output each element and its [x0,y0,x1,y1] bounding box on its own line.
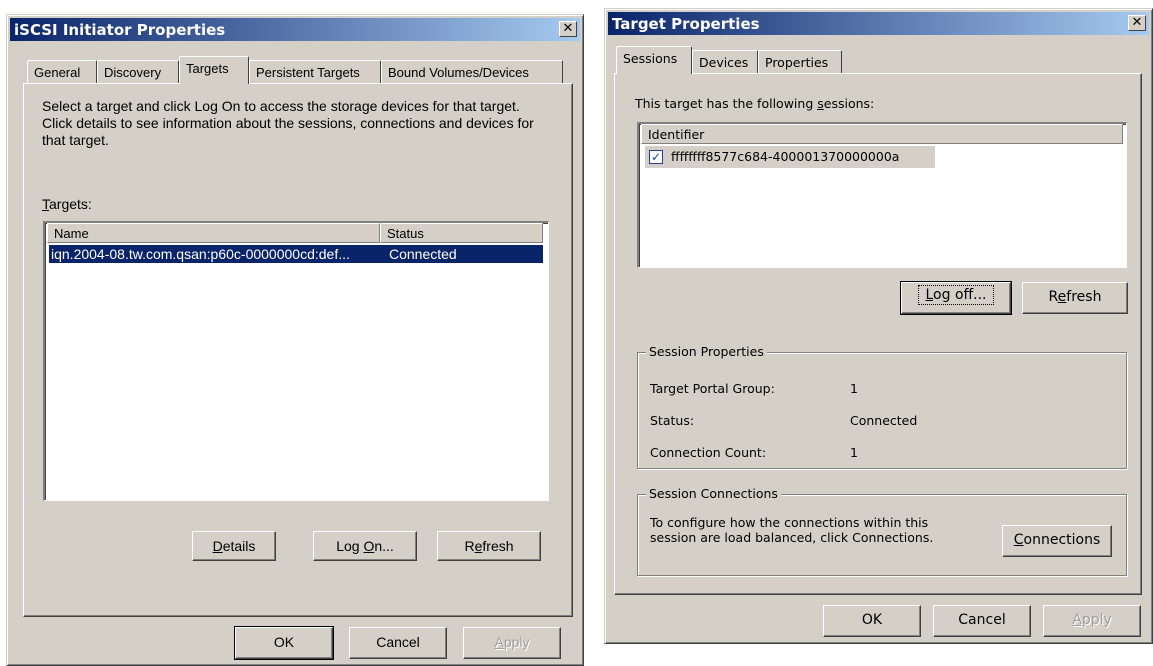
right-apply-rest: pply [1081,612,1112,628]
column-header-name[interactable]: Name [47,223,380,243]
connection-count-value: 1 [850,445,858,460]
tab-sessions[interactable]: Sessions [616,46,692,74]
logoff-mnemonic: L [925,287,934,303]
right-cancel-button[interactable]: Cancel [933,605,1031,637]
refresh-pre: R [464,538,475,554]
details-button[interactable]: Details [192,531,276,561]
tab-persistent-targets[interactable]: Persistent Targets [249,60,381,84]
session-connections-text: To configure how the connections within … [650,515,934,545]
tab-devices[interactable]: Devices [692,50,758,74]
sessions-intro: This target has the following sessions: [635,96,874,111]
tab-bound-volumes[interactable]: Bound Volumes/Devices [381,60,563,84]
left-close-button[interactable]: ✕ [559,21,577,37]
logon-mnemonic: O [363,538,375,554]
logon-pre: Log [336,538,364,554]
left-apply-button[interactable]: Apply [463,627,561,659]
tab-bound-volumes-label: Bound Volumes/Devices [388,65,529,80]
refresh-button[interactable]: Refresh [437,531,541,561]
identifier-header-label: Identifier [648,127,705,142]
session-properties-title: Session Properties [646,344,767,359]
column-header-identifier[interactable]: Identifier [641,124,1123,144]
targets-description: Select a target and click Log On to acce… [42,98,534,148]
tab-discovery-label: Discovery [104,65,162,80]
right-ok-button[interactable]: OK [823,605,921,637]
refresh-rest: fresh [482,538,514,554]
close-icon: ✕ [562,21,574,36]
session-identifier: ffffffff8577c684-400001370000000a [671,149,900,164]
tab-sessions-label: Sessions [623,51,678,66]
left-cancel-label: Cancel [376,634,420,650]
left-title-bar[interactable]: iSCSI Initiator Properties ✕ [10,18,580,41]
left-cancel-button[interactable]: Cancel [349,627,447,659]
session-checkbox[interactable]: ✓ [649,150,663,164]
logoff-rest: og off... [933,287,987,303]
right-close-button[interactable]: ✕ [1128,15,1146,31]
session-connections-title: Session Connections [646,486,781,501]
right-refresh-mnemonic: e [1057,289,1067,305]
right-refresh-button[interactable]: Refresh [1022,282,1128,314]
status-value: Connected [850,413,918,428]
tab-general[interactable]: General [27,60,97,84]
tab-properties[interactable]: Properties [758,50,842,74]
logon-rest: n... [374,538,394,554]
left-ok-label: OK [273,634,295,650]
connections-mnemonic: C [1013,532,1024,548]
right-apply-button[interactable]: Apply [1043,605,1141,637]
tab-persistent-targets-label: Persistent Targets [256,65,360,80]
session-properties-group: Session Properties Target Portal Group: … [637,344,1127,469]
left-ok-button[interactable]: OK [234,626,334,660]
left-dialog-title: iSCSI Initiator Properties [14,21,226,39]
right-refresh-rest: fresh [1066,289,1102,305]
targets-label-mnemonic: T [42,196,49,212]
target-portal-group-label: Target Portal Group: [650,381,775,396]
targets-label: Targets: [42,196,92,212]
connections-button[interactable]: Connections [1002,525,1112,557]
session-connections-group: Session Connections To configure how the… [637,486,1127,576]
sessions-list[interactable]: Identifier ✓ ffffffff8577c684-4000013700… [637,122,1127,268]
list-item[interactable]: ✓ ffffffff8577c684-400001370000000a [645,146,935,168]
column-name-label: Name [54,226,89,241]
tab-devices-label: Devices [699,55,749,70]
right-apply-mnemonic: A [1072,612,1082,628]
log-off-focus: Log off... [918,285,994,305]
tab-targets-label: Targets [186,61,229,76]
log-on-button[interactable]: Log On... [313,531,417,561]
tab-general-label: General [34,65,81,80]
right-dialog-title: Target Properties [612,15,760,33]
right-ok-label: OK [861,612,883,628]
column-status-label: Status [387,226,424,241]
right-refresh-pre: R [1048,289,1058,305]
right-cancel-label: Cancel [958,612,1006,628]
left-apply-mnemonic: A [494,634,504,650]
status-label: Status: [650,413,695,428]
row-status-cell: Connected [389,246,457,262]
row-name-cell: iqn.2004-08.tw.com.qsan:p60c-0000000cd:d… [51,246,350,262]
close-icon: ✕ [1131,15,1143,30]
target-properties-dialog: Target Properties ✕ Sessions Devices Pro… [604,8,1153,644]
log-off-button[interactable]: Log off... [900,281,1012,315]
details-mnemonic: D [212,538,223,554]
details-rest: etails [222,538,256,554]
targets-label-rest: argets: [49,196,92,212]
connection-count-label: Connection Count: [650,445,767,460]
table-row[interactable]: iqn.2004-08.tw.com.qsan:p60c-0000000cd:d… [48,244,544,264]
sessions-intro-rest: essions: [823,96,875,111]
tab-targets[interactable]: Targets [179,56,249,84]
right-tab-panel: This target has the following sessions: … [614,73,1142,595]
iscsi-initiator-dialog: iSCSI Initiator Properties ✕ General Dis… [6,14,584,666]
tab-properties-label: Properties [765,55,829,70]
sessions-intro-pre: This target has the following [635,96,818,111]
connections-rest: onnections [1023,532,1101,548]
target-portal-group-value: 1 [850,381,858,396]
left-tab-panel: Select a target and click Log On to acce… [23,83,573,617]
left-apply-rest: pply [503,634,530,650]
column-header-status[interactable]: Status [380,223,543,243]
tab-discovery[interactable]: Discovery [97,60,179,84]
right-title-bar[interactable]: Target Properties ✕ [608,12,1149,35]
targets-list[interactable]: Name Status iqn.2004-08.tw.com.qsan:p60c… [43,221,549,501]
